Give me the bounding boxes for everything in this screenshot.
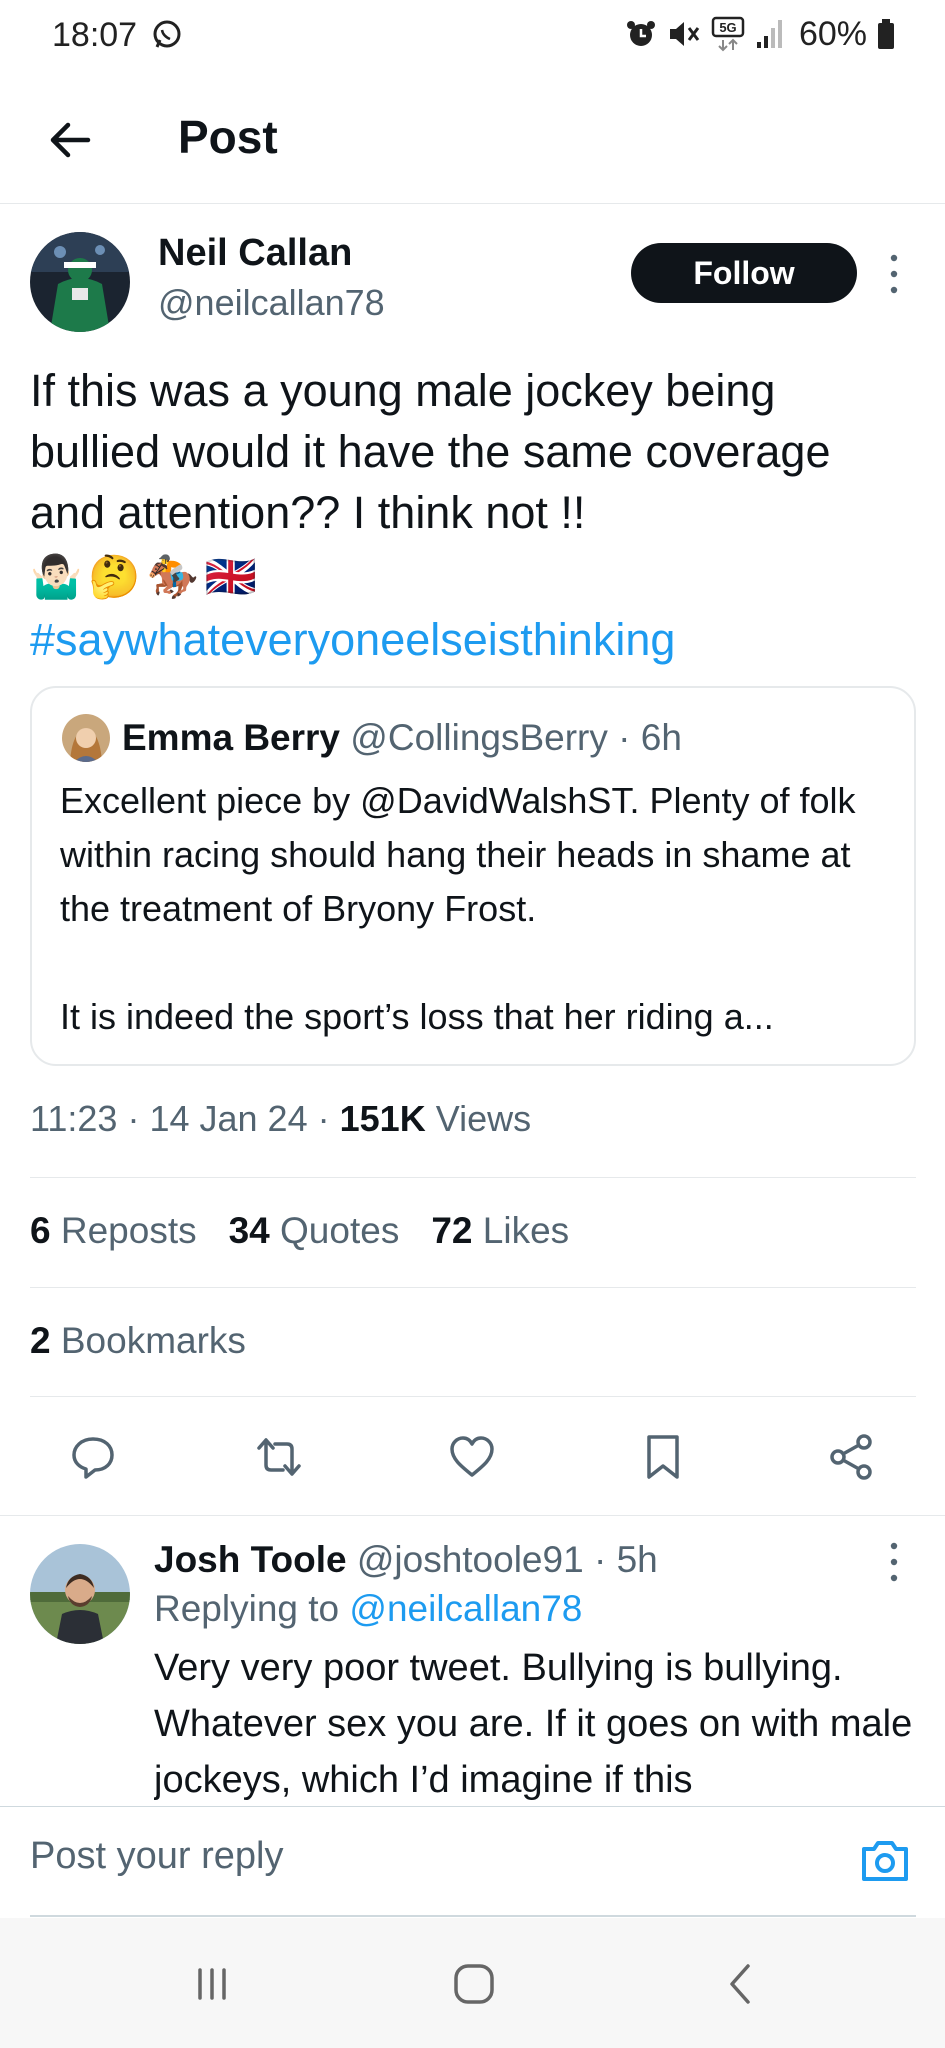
more-vertical-icon[interactable]: [884, 1540, 904, 1584]
likes-count: 72: [431, 1210, 473, 1251]
reply-header: Josh Toole @joshtoole91 · 5h: [154, 1536, 658, 1584]
quote-separator: ·: [618, 717, 631, 758]
bookmark-icon[interactable]: [638, 1432, 688, 1482]
divider: [30, 1177, 916, 1178]
recent-apps-icon[interactable]: [182, 1954, 242, 2014]
author-name[interactable]: Neil Callan: [158, 232, 352, 275]
home-icon[interactable]: [444, 1954, 504, 2014]
page-title: Post: [178, 111, 278, 163]
quote-paragraph-2: It is indeed the sport’s loss that her r…: [60, 996, 774, 1037]
follow-button[interactable]: Follow: [631, 243, 857, 303]
signal-icon: [756, 20, 782, 48]
battery-percentage: 60%: [798, 14, 867, 53]
bookmarks-stat[interactable]: 2 Bookmarks: [30, 1320, 246, 1362]
bookmarks-label: Bookmarks: [60, 1320, 246, 1361]
emoji-thinking: 🤔: [88, 553, 141, 600]
status-time: 18:07: [52, 16, 138, 54]
divider: [30, 1396, 916, 1397]
mute-icon: [669, 22, 700, 46]
reposts-count: 6: [30, 1210, 51, 1251]
reply-author-name[interactable]: Josh Toole: [154, 1539, 347, 1580]
likes-label: Likes: [482, 1210, 570, 1251]
network-label: 5G: [719, 20, 736, 35]
quote-paragraph-1: Excellent piece by @DavidWalshST. Plenty…: [60, 780, 856, 929]
reply-author-handle[interactable]: @joshtoole91: [357, 1539, 584, 1580]
reposts-label: Reposts: [60, 1210, 197, 1251]
reply-composer: Post your reply: [0, 1806, 945, 1918]
tweet-emojis: 🤷🏻‍♂️ 🤔 🏇 🇬🇧: [30, 552, 257, 602]
quote-header: Emma Berry @CollingsBerry · 6h: [122, 714, 682, 762]
repost-icon[interactable]: [254, 1432, 304, 1482]
post-meta: 11:23 · 14 Jan 24 · 151K Views: [30, 1098, 531, 1140]
quotes-label: Quotes: [280, 1210, 400, 1251]
heart-icon[interactable]: [447, 1432, 497, 1482]
reply-icon[interactable]: [68, 1432, 118, 1482]
header: Post: [0, 96, 945, 204]
camera-icon[interactable]: [858, 1833, 912, 1887]
divider: [0, 1515, 945, 1516]
meta-separator: ·: [317, 1098, 330, 1139]
replying-to: Replying to @neilcallan78: [154, 1588, 582, 1630]
author-handle[interactable]: @neilcallan78: [158, 282, 385, 324]
post-date: 14 Jan 24: [149, 1098, 308, 1139]
quotes-stat[interactable]: 34 Quotes: [229, 1210, 400, 1252]
reply-input[interactable]: Post your reply: [30, 1835, 283, 1878]
views-label: Views: [435, 1098, 532, 1139]
reply-text: Very very poor tweet. Bullying is bullyi…: [154, 1647, 913, 1801]
quote-timestamp: 6h: [640, 717, 682, 758]
quote-text: Excellent piece by @DavidWalshST. Plenty…: [60, 774, 900, 1044]
status-icons: 5G 60%: [625, 14, 895, 54]
replying-label: Replying to: [154, 1588, 340, 1629]
reply-separator: ·: [593, 1539, 607, 1580]
engagement-stats: 6 Reposts 34 Quotes 72 Likes: [30, 1210, 569, 1252]
meta-separator: ·: [127, 1098, 140, 1139]
more-vertical-icon[interactable]: [884, 252, 904, 296]
network-5g-icon: 5G: [711, 16, 745, 52]
status-bar: 18:07 5G 60%: [0, 0, 945, 72]
whatsapp-icon: [153, 20, 181, 48]
action-bar: [0, 1420, 945, 1492]
quotes-count: 34: [228, 1210, 270, 1251]
quote-author-handle: @CollingsBerry: [350, 717, 608, 758]
replying-mention-link[interactable]: @neilcallan78: [349, 1588, 582, 1629]
share-icon[interactable]: [826, 1432, 876, 1482]
views-count: 151K: [339, 1098, 426, 1139]
likes-stat[interactable]: 72 Likes: [431, 1210, 569, 1252]
emoji-horse-racing: 🏇: [146, 553, 199, 600]
divider: [30, 1287, 916, 1288]
tweet-text: If this was a young male jockey being bu…: [30, 365, 831, 538]
alarm-icon: [626, 21, 655, 46]
composer-underline: [30, 1915, 916, 1917]
quoted-post[interactable]: Emma Berry @CollingsBerry · 6h Excellent…: [30, 686, 916, 1066]
emoji-uk-flag: 🇬🇧: [204, 553, 258, 600]
back-nav-icon[interactable]: [710, 1954, 770, 2014]
post-time: 11:23: [30, 1098, 118, 1139]
hashtag-link[interactable]: #saywhateveryoneelseisthinking: [30, 610, 675, 670]
arrow-left-icon[interactable]: [46, 116, 94, 164]
reply-timestamp: 5h: [616, 1539, 658, 1580]
quote-author-name: Emma Berry: [122, 717, 341, 758]
system-nav-bar: [0, 1918, 945, 2048]
bookmarks-count: 2: [30, 1320, 51, 1361]
emoji-shrug: 🤷🏻‍♂️: [30, 553, 83, 600]
author-avatar[interactable]: [30, 232, 130, 332]
battery-icon: [878, 19, 894, 49]
reply-avatar[interactable]: [30, 1544, 130, 1644]
reposts-stat[interactable]: 6 Reposts: [30, 1210, 197, 1252]
quote-avatar: [62, 714, 110, 762]
